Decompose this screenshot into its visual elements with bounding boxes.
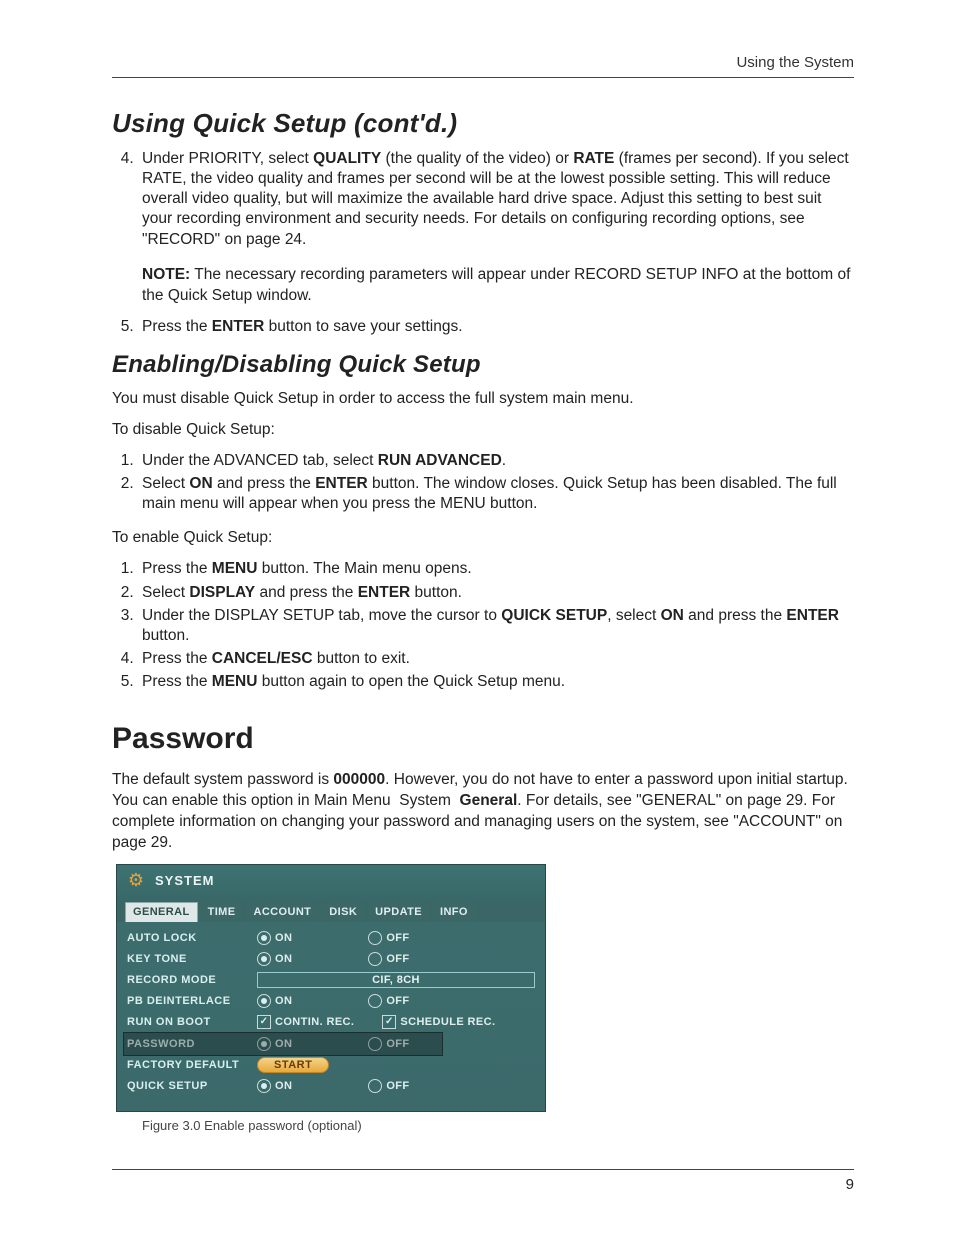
note-record-params: NOTE: The necessary recording parameters…: [142, 265, 854, 307]
enable-lead: To enable Quick Setup:: [112, 528, 854, 549]
radio-off-icon: [368, 931, 382, 945]
enable-step-4: Press the CANCEL/ESC button to exit.: [138, 649, 854, 669]
checkbox-icon: [257, 1015, 271, 1029]
label-key-tone: KEY TONE: [127, 953, 257, 965]
radio-on-icon: [257, 1037, 271, 1051]
radio-off-icon: [368, 1037, 382, 1051]
run-contin-rec[interactable]: CONTIN. REC.: [257, 1015, 354, 1029]
pb-on[interactable]: ON: [257, 994, 292, 1008]
label-record-mode: RECORD MODE: [127, 974, 257, 986]
heading-quick-setup-contd: Using Quick Setup (cont'd.): [112, 108, 854, 139]
label-password: PASSWORD: [127, 1038, 257, 1050]
tab-info[interactable]: INFO: [432, 902, 476, 922]
gear-icon: ⚙: [125, 870, 147, 892]
radio-on-icon: [257, 952, 271, 966]
step-4: Under PRIORITY, select QUALITY (the qual…: [138, 149, 854, 250]
radio-off-icon: [368, 1079, 382, 1093]
label-pb-deinterlace: PB DEINTERLACE: [127, 995, 257, 1007]
heading-enable-disable: Enabling/Disabling Quick Setup: [112, 351, 854, 379]
tab-time[interactable]: TIME: [200, 902, 244, 922]
label-run-on-boot: RUN ON BOOT: [127, 1016, 257, 1028]
step-5: Press the ENTER button to save your sett…: [138, 317, 854, 337]
heading-password: Password: [112, 722, 854, 756]
enable-step-5: Press the MENU button again to open the …: [138, 672, 854, 692]
panel-title: SYSTEM: [155, 873, 214, 888]
auto-lock-on[interactable]: ON: [257, 931, 292, 945]
label-quick-setup: QUICK SETUP: [127, 1080, 257, 1092]
enable-step-2: Select DISPLAY and press the ENTER butto…: [138, 583, 854, 603]
radio-on-icon: [257, 994, 271, 1008]
system-panel: ⚙ SYSTEM GENERAL TIME ACCOUNT DISK UPDAT…: [116, 864, 546, 1112]
password-on[interactable]: ON: [257, 1037, 292, 1051]
page-number: 9: [112, 1176, 854, 1193]
figure-caption: Figure 3.0 Enable password (optional): [142, 1118, 854, 1133]
key-tone-on[interactable]: ON: [257, 952, 292, 966]
checkbox-icon: [382, 1015, 396, 1029]
run-schedule-rec[interactable]: SCHEDULE REC.: [382, 1015, 495, 1029]
disable-lead: To disable Quick Setup:: [112, 420, 854, 441]
tab-disk[interactable]: DISK: [321, 902, 365, 922]
enable-intro: You must disable Quick Setup in order to…: [112, 389, 854, 410]
auto-lock-off[interactable]: OFF: [368, 931, 409, 945]
key-tone-off[interactable]: OFF: [368, 952, 409, 966]
password-off[interactable]: OFF: [368, 1037, 409, 1051]
quick-on[interactable]: ON: [257, 1079, 292, 1093]
panel-tabs: GENERAL TIME ACCOUNT DISK UPDATE INFO: [117, 902, 545, 922]
password-paragraph: The default system password is 000000. H…: [112, 770, 854, 854]
radio-on-icon: [257, 931, 271, 945]
label-factory-default: FACTORY DEFAULT: [127, 1059, 257, 1071]
radio-off-icon: [368, 952, 382, 966]
tab-account[interactable]: ACCOUNT: [245, 902, 319, 922]
start-button[interactable]: START: [257, 1057, 329, 1073]
pb-off[interactable]: OFF: [368, 994, 409, 1008]
quick-off[interactable]: OFF: [368, 1079, 409, 1093]
radio-off-icon: [368, 994, 382, 1008]
header-section-label: Using the System: [112, 54, 854, 78]
record-mode-value[interactable]: CIF, 8CH: [257, 972, 535, 988]
disable-step-1: Under the ADVANCED tab, select RUN ADVAN…: [138, 451, 854, 471]
tab-general[interactable]: GENERAL: [125, 902, 198, 922]
tab-update[interactable]: UPDATE: [367, 902, 430, 922]
enable-step-1: Press the MENU button. The Main menu ope…: [138, 559, 854, 579]
label-auto-lock: AUTO LOCK: [127, 932, 257, 944]
disable-step-2: Select ON and press the ENTER button. Th…: [138, 474, 854, 514]
radio-on-icon: [257, 1079, 271, 1093]
enable-step-3: Under the DISPLAY SETUP tab, move the cu…: [138, 606, 854, 646]
